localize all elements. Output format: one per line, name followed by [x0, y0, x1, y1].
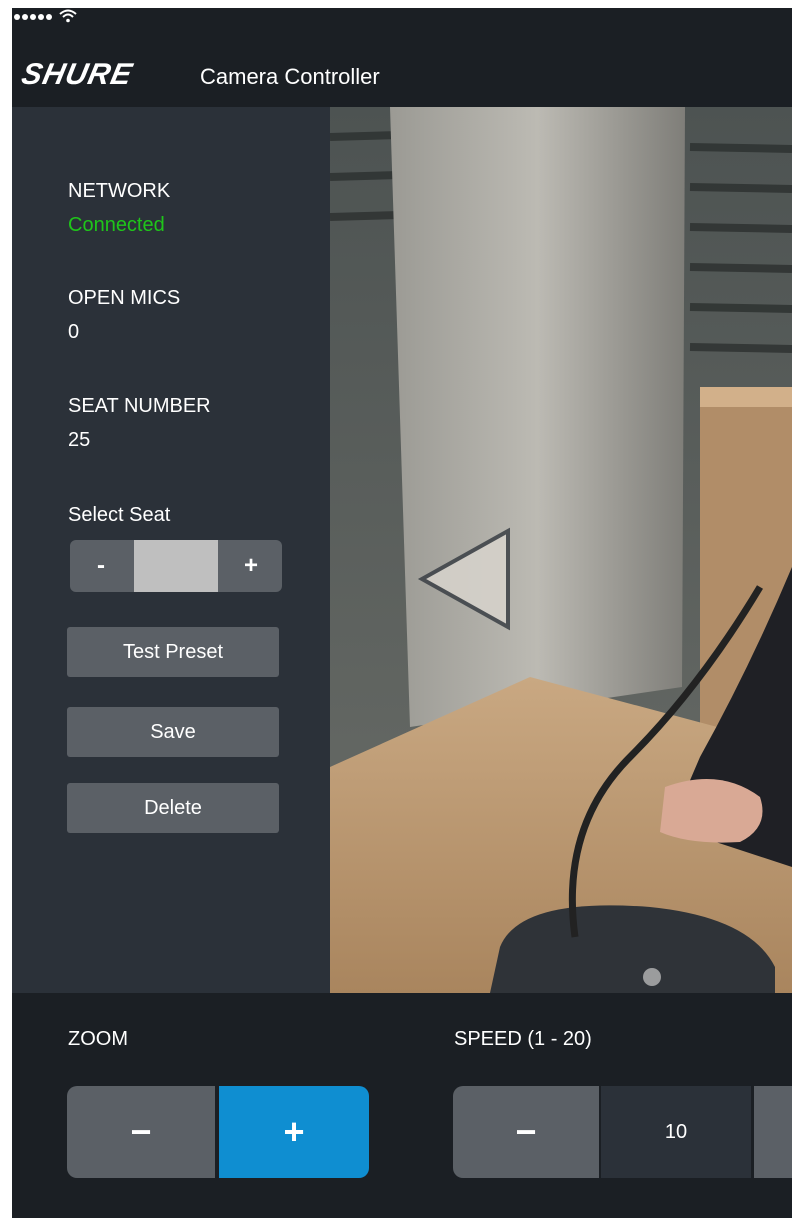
seat-stepper: - +: [70, 540, 282, 592]
seat-increment-button[interactable]: +: [220, 540, 282, 592]
seat-decrement-button[interactable]: -: [70, 540, 132, 592]
zoom-control: − +: [67, 1086, 369, 1178]
delete-button[interactable]: Delete: [67, 783, 279, 833]
speed-decrease-button[interactable]: −: [453, 1086, 599, 1178]
open-mics-value: 0: [68, 321, 80, 343]
save-button[interactable]: Save: [67, 707, 279, 757]
page-title: Camera Controller: [200, 64, 380, 89]
status-bar: [12, 8, 792, 48]
camera-image: [330, 107, 792, 993]
open-mics-label: OPEN MICS: [68, 287, 181, 309]
bottom-controls: ZOOM − + SPEED (1 - 20) − 10: [12, 993, 792, 1218]
speed-control: − 10: [453, 1086, 792, 1178]
signal-dots-icon: [14, 14, 52, 20]
wifi-icon: [59, 9, 77, 23]
shure-logo: SHURE: [18, 58, 136, 91]
camera-feed[interactable]: [330, 107, 792, 993]
test-preset-button[interactable]: Test Preset: [67, 627, 279, 677]
speed-label: SPEED (1 - 20): [454, 1028, 592, 1050]
zoom-out-button[interactable]: −: [67, 1086, 215, 1178]
zoom-label: ZOOM: [68, 1028, 128, 1050]
select-seat-label: Select Seat: [68, 504, 171, 526]
sidebar-panel: NETWORK Connected OPEN MICS 0 SEAT NUMBE…: [12, 107, 330, 993]
seat-number-value: 25: [68, 429, 91, 451]
network-status-value: Connected: [68, 214, 165, 236]
speed-value: 10: [601, 1086, 751, 1178]
seat-number-label: SEAT NUMBER: [68, 395, 211, 417]
app-window: SHURE Camera Controller NETWORK Connecte…: [12, 8, 792, 1218]
app-header: SHURE Camera Controller: [12, 48, 792, 108]
network-label: NETWORK: [68, 180, 171, 202]
seat-input[interactable]: [134, 540, 218, 592]
pan-left-arrow-icon[interactable]: [416, 527, 516, 631]
speed-increase-button[interactable]: [754, 1086, 792, 1178]
zoom-in-button[interactable]: +: [219, 1086, 369, 1178]
